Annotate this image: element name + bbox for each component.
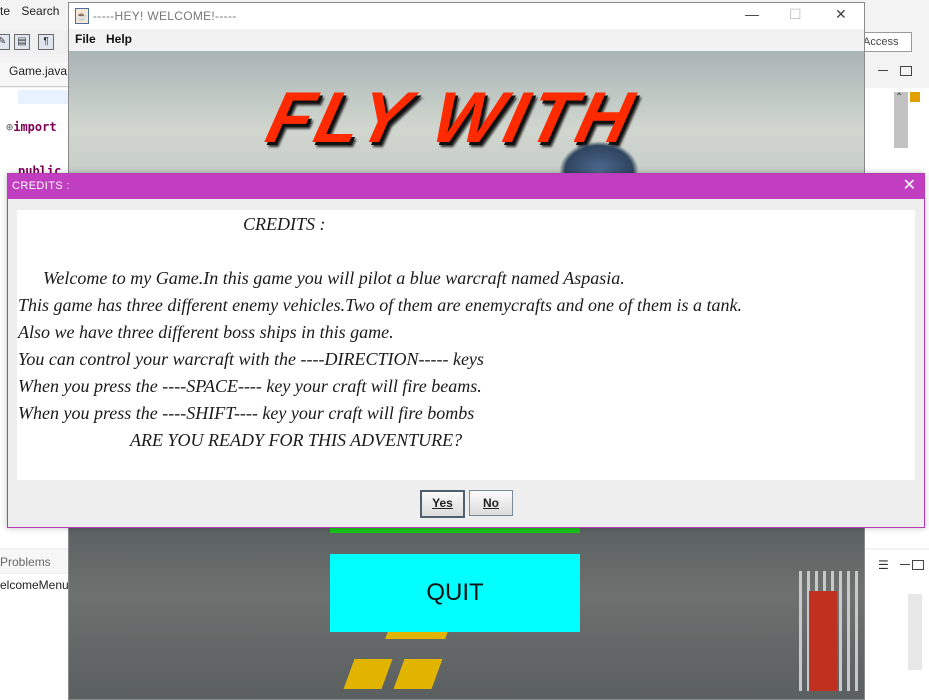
deck-marking: [343, 659, 393, 689]
minimize-view-icon[interactable]: [900, 564, 910, 566]
problems-view: elcomeMenu: [0, 574, 70, 698]
credits-line: This game has three different enemy vehi…: [18, 295, 743, 315]
outline-icon[interactable]: ▤: [14, 34, 30, 50]
pilcrow-icon[interactable]: ¶: [38, 34, 54, 50]
credits-line: Also we have three different boss ships …: [18, 322, 394, 342]
credits-question: ARE YOU READY FOR THIS ADVENTURE?: [130, 430, 463, 450]
no-button[interactable]: No: [469, 490, 513, 516]
dialog-title: CREDITS :: [12, 180, 70, 192]
problems-item[interactable]: elcomeMenu: [0, 578, 69, 592]
minimize-icon[interactable]: —: [745, 6, 759, 22]
menu-file[interactable]: File: [75, 32, 96, 46]
maximize-view-icon[interactable]: [900, 66, 912, 76]
problems-tab-bar: Problems: [0, 550, 70, 572]
code-import-keyword: ⊕import: [6, 120, 57, 134]
quick-access-input[interactable]: Access: [860, 32, 912, 52]
game-window-titlebar[interactable]: ☕ -----HEY! WELCOME!----- — ☐ ✕: [69, 3, 864, 29]
yes-button[interactable]: Yes: [420, 490, 465, 518]
ship-hull-image: [809, 591, 837, 691]
credits-line: You can control your warcraft with the -…: [18, 349, 484, 369]
tab-game-java[interactable]: Game.java: [0, 64, 67, 78]
game-window-title: -----HEY! WELCOME!-----: [93, 9, 237, 23]
maximize-icon[interactable]: ☐: [789, 6, 802, 23]
outline-scrollbar[interactable]: [908, 594, 922, 670]
problems-tab[interactable]: Problems: [0, 555, 51, 569]
menu-help[interactable]: Help: [106, 32, 132, 46]
minimize-view-icon[interactable]: [878, 70, 888, 72]
ide-toolbar: ✎ ▤ ¶: [0, 30, 70, 54]
deck-marking: [393, 659, 443, 689]
credits-text-area: CREDITS : Welcome to my Game.In this gam…: [17, 210, 915, 480]
java-app-icon: ☕: [75, 8, 89, 24]
current-line-highlight: [18, 90, 70, 104]
credits-dialog-titlebar[interactable]: CREDITS : ✕: [8, 174, 924, 199]
credits-line: When you press the ----SPACE---- key you…: [18, 376, 482, 396]
wand-icon[interactable]: ✎: [0, 34, 10, 50]
game-menubar: File Help: [69, 29, 864, 52]
close-icon[interactable]: ✕: [835, 6, 847, 23]
credits-dialog: CREDITS : ✕ CREDITS : Welcome to my Game…: [7, 173, 925, 528]
ide-menu-item[interactable]: Search: [21, 4, 59, 18]
view-menu-icon[interactable]: ☰: [878, 558, 889, 572]
warning-marker-icon[interactable]: [910, 92, 920, 102]
close-icon[interactable]: ✕: [903, 177, 916, 195]
quit-button[interactable]: QUIT: [330, 554, 580, 632]
credits-line: Welcome to my Game.In this game you will…: [43, 268, 625, 288]
credits-line: When you press the ----SHIFT---- key you…: [18, 403, 475, 423]
ide-editor-tabs: Game.java: [0, 62, 70, 87]
ide-menubar: te Search: [0, 4, 67, 18]
ide-menu-item[interactable]: te: [0, 4, 10, 18]
maximize-view-icon[interactable]: [912, 560, 924, 570]
credits-heading: CREDITS :: [243, 214, 326, 234]
scroll-up-icon[interactable]: ⌃: [895, 92, 903, 103]
